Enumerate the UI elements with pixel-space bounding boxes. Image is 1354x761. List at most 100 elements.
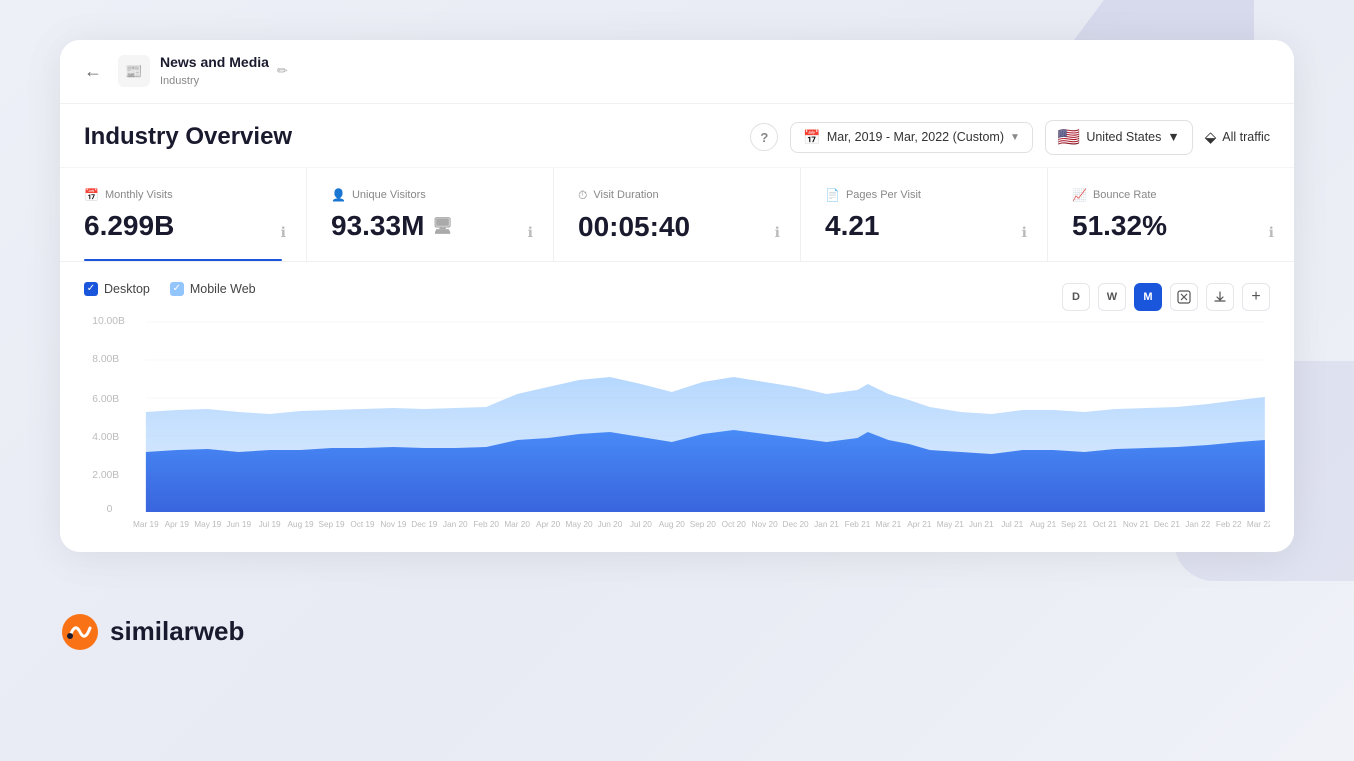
card-header: ← 📰 News and Media Industry ✏ bbox=[60, 40, 1294, 104]
chart-legend-row: ✓ Desktop ✓ Mobile Web D W M bbox=[84, 282, 1270, 312]
help-button[interactable]: ? bbox=[750, 123, 778, 151]
page-title-row: Industry Overview ? 📅 Mar, 2019 - Mar, 2… bbox=[60, 104, 1294, 168]
svg-text:Jun 21: Jun 21 bbox=[969, 520, 994, 529]
svg-text:Mar 22: Mar 22 bbox=[1247, 520, 1270, 529]
metric-value-visit-duration: 00:05:40 bbox=[578, 211, 776, 243]
title-controls: ? 📅 Mar, 2019 - Mar, 2022 (Custom) ▼ 🇺🇸 … bbox=[750, 120, 1270, 155]
metric-monthly-visits[interactable]: 📅 Monthly Visits 6.299B ℹ bbox=[60, 168, 307, 261]
metric-value-monthly-visits: 6.299B bbox=[84, 210, 282, 242]
svg-text:Dec 21: Dec 21 bbox=[1154, 520, 1181, 529]
breadcrumb-subtitle: Industry bbox=[160, 75, 199, 87]
svg-text:Mar 19: Mar 19 bbox=[133, 520, 159, 529]
svg-text:Jul 19: Jul 19 bbox=[259, 520, 281, 529]
svg-text:6.00B: 6.00B bbox=[92, 394, 119, 405]
legend-mobile[interactable]: ✓ Mobile Web bbox=[170, 282, 256, 296]
chart-svg: 10.00B 8.00B 6.00B 4.00B 2.00B 0 bbox=[84, 312, 1270, 532]
svg-text:10.00B: 10.00B bbox=[92, 316, 125, 327]
metric-bounce-rate[interactable]: 📈 Bounce Rate 51.32% ℹ bbox=[1048, 168, 1294, 261]
svg-text:Dec 19: Dec 19 bbox=[411, 520, 438, 529]
country-dropdown-icon: ▼ bbox=[1167, 130, 1179, 144]
legend-mobile-label: Mobile Web bbox=[190, 282, 256, 296]
metric-label-bounce-rate: 📈 Bounce Rate bbox=[1072, 188, 1270, 202]
date-range-button[interactable]: 📅 Mar, 2019 - Mar, 2022 (Custom) ▼ bbox=[790, 122, 1033, 153]
metric-icon-visit-duration: ⏱ bbox=[578, 188, 587, 203]
mobile-check-icon: ✓ bbox=[170, 282, 184, 296]
metric-info-bounce-rate[interactable]: ℹ bbox=[1269, 224, 1274, 241]
breadcrumb-text: News and Media Industry bbox=[160, 54, 269, 89]
main-card: ← 📰 News and Media Industry ✏ Industry O… bbox=[60, 40, 1294, 552]
svg-text:Jan 20: Jan 20 bbox=[443, 520, 468, 529]
svg-text:May 19: May 19 bbox=[194, 520, 221, 529]
svg-text:4.00B: 4.00B bbox=[92, 432, 119, 443]
desktop-check-icon: ✓ bbox=[84, 282, 98, 296]
metric-label-pages-per-visit: 📄 Pages Per Visit bbox=[825, 188, 1023, 202]
breadcrumb-title: News and Media bbox=[160, 54, 269, 71]
svg-text:2.00B: 2.00B bbox=[92, 470, 119, 481]
country-button[interactable]: 🇺🇸 United States ▼ bbox=[1045, 120, 1193, 155]
flag-icon: 🇺🇸 bbox=[1058, 127, 1080, 148]
metric-label-unique-visitors: 👤 Unique Visitors bbox=[331, 188, 529, 202]
metric-value-unique-visitors: 93.33M 🖥 bbox=[331, 210, 529, 242]
svg-text:Oct 19: Oct 19 bbox=[350, 520, 375, 529]
metric-info-visit-duration[interactable]: ℹ bbox=[775, 224, 780, 241]
traffic-button[interactable]: ⬙ All traffic bbox=[1205, 128, 1270, 146]
add-chart-button[interactable]: + bbox=[1242, 283, 1270, 311]
metric-info-pages-per-visit[interactable]: ℹ bbox=[1022, 224, 1027, 241]
svg-text:Aug 20: Aug 20 bbox=[659, 520, 686, 529]
svg-text:Jan 21: Jan 21 bbox=[814, 520, 839, 529]
svg-text:Jul 20: Jul 20 bbox=[630, 520, 652, 529]
metric-icon-pages-per-visit: 📄 bbox=[825, 188, 840, 202]
svg-text:Oct 20: Oct 20 bbox=[722, 520, 747, 529]
download-button[interactable] bbox=[1206, 283, 1234, 311]
period-day-button[interactable]: D bbox=[1062, 283, 1090, 311]
traffic-icon: ⬙ bbox=[1205, 128, 1217, 146]
metric-label-monthly-visits: 📅 Monthly Visits bbox=[84, 188, 282, 202]
similarweb-logo-icon bbox=[60, 612, 100, 652]
svg-text:Nov 19: Nov 19 bbox=[380, 520, 407, 529]
date-range-label: Mar, 2019 - Mar, 2022 (Custom) bbox=[827, 130, 1004, 144]
svg-text:Mar 21: Mar 21 bbox=[876, 520, 902, 529]
chart-visualization: 10.00B 8.00B 6.00B 4.00B 2.00B 0 bbox=[84, 312, 1270, 532]
svg-text:Jun 19: Jun 19 bbox=[226, 520, 251, 529]
svg-text:Apr 21: Apr 21 bbox=[907, 520, 932, 529]
svg-text:Sep 20: Sep 20 bbox=[690, 520, 717, 529]
svg-text:Aug 21: Aug 21 bbox=[1030, 520, 1057, 529]
svg-text:Dec 20: Dec 20 bbox=[783, 520, 810, 529]
svg-text:Mar 20: Mar 20 bbox=[504, 520, 530, 529]
svg-text:Apr 19: Apr 19 bbox=[165, 520, 190, 529]
metric-icon-unique-visitors: 👤 bbox=[331, 188, 346, 202]
svg-text:Oct 21: Oct 21 bbox=[1093, 520, 1118, 529]
svg-text:8.00B: 8.00B bbox=[92, 354, 119, 365]
svg-text:May 21: May 21 bbox=[937, 520, 964, 529]
metric-unique-visitors[interactable]: 👤 Unique Visitors 93.33M 🖥 ℹ bbox=[307, 168, 554, 261]
export-excel-button[interactable] bbox=[1170, 283, 1198, 311]
date-dropdown-icon: ▼ bbox=[1010, 132, 1020, 143]
metric-visit-duration[interactable]: ⏱ Visit Duration 00:05:40 ℹ bbox=[554, 168, 801, 261]
metric-info-monthly-visits[interactable]: ℹ bbox=[281, 224, 286, 241]
svg-text:Feb 22: Feb 22 bbox=[1216, 520, 1242, 529]
svg-text:Jul 21: Jul 21 bbox=[1001, 520, 1023, 529]
metric-icon-bounce-rate: 📈 bbox=[1072, 188, 1087, 202]
svg-text:Apr 20: Apr 20 bbox=[536, 520, 561, 529]
svg-text:Nov 20: Nov 20 bbox=[752, 520, 779, 529]
calendar-icon: 📅 bbox=[803, 129, 820, 146]
traffic-label: All traffic bbox=[1222, 130, 1270, 144]
edit-icon[interactable]: ✏ bbox=[277, 63, 288, 79]
legend-desktop[interactable]: ✓ Desktop bbox=[84, 282, 150, 296]
metric-pages-per-visit[interactable]: 📄 Pages Per Visit 4.21 ℹ bbox=[801, 168, 1048, 261]
svg-text:May 20: May 20 bbox=[566, 520, 593, 529]
page-title: Industry Overview bbox=[84, 123, 292, 151]
metric-icon-monthly-visits: 📅 bbox=[84, 188, 99, 202]
period-month-button[interactable]: M bbox=[1134, 283, 1162, 311]
svg-text:Sep 19: Sep 19 bbox=[318, 520, 345, 529]
svg-text:Aug 19: Aug 19 bbox=[288, 520, 315, 529]
back-button[interactable]: ← bbox=[84, 61, 102, 82]
similarweb-name: similarweb bbox=[110, 616, 244, 647]
period-week-button[interactable]: W bbox=[1098, 283, 1126, 311]
metric-info-unique-visitors[interactable]: ℹ bbox=[528, 224, 533, 241]
chart-legend: ✓ Desktop ✓ Mobile Web bbox=[84, 282, 256, 296]
svg-text:Jan 22: Jan 22 bbox=[1185, 520, 1210, 529]
excel-icon bbox=[1177, 290, 1191, 304]
svg-text:0: 0 bbox=[107, 504, 113, 515]
similarweb-logo: similarweb bbox=[0, 582, 1354, 682]
